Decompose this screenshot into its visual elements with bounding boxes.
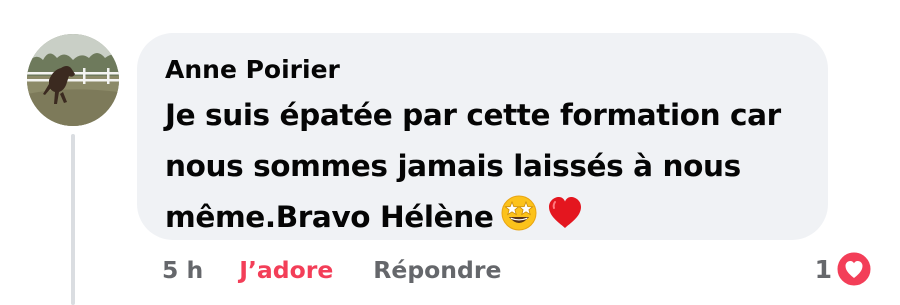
comment-text: Je suis épatée par cette formation car n… [165, 98, 781, 234]
red-heart-emoji-icon [545, 193, 585, 249]
reaction-summary[interactable]: 1 [815, 249, 873, 289]
comment-actions: 5 h J’adore Répondre [162, 252, 501, 288]
comment-author[interactable]: Anne Poirier [165, 53, 800, 87]
avatar-photo-icon [27, 34, 119, 126]
reply-button[interactable]: Répondre [373, 256, 501, 284]
thread-line [71, 134, 75, 305]
comment-bubble: Anne Poirier Je suis épatée par cette fo… [137, 33, 828, 240]
star-struck-emoji-icon [499, 193, 539, 249]
avatar[interactable] [27, 34, 119, 126]
comment-text-container: Je suis épatée par cette formation car n… [165, 90, 815, 249]
comment: Anne Poirier Je suis épatée par cette fo… [0, 0, 900, 305]
love-reaction-button[interactable]: J’adore [239, 256, 333, 284]
love-reaction-icon [835, 250, 873, 288]
reaction-count: 1 [814, 254, 832, 284]
comment-timestamp[interactable]: 5 h [162, 256, 203, 284]
